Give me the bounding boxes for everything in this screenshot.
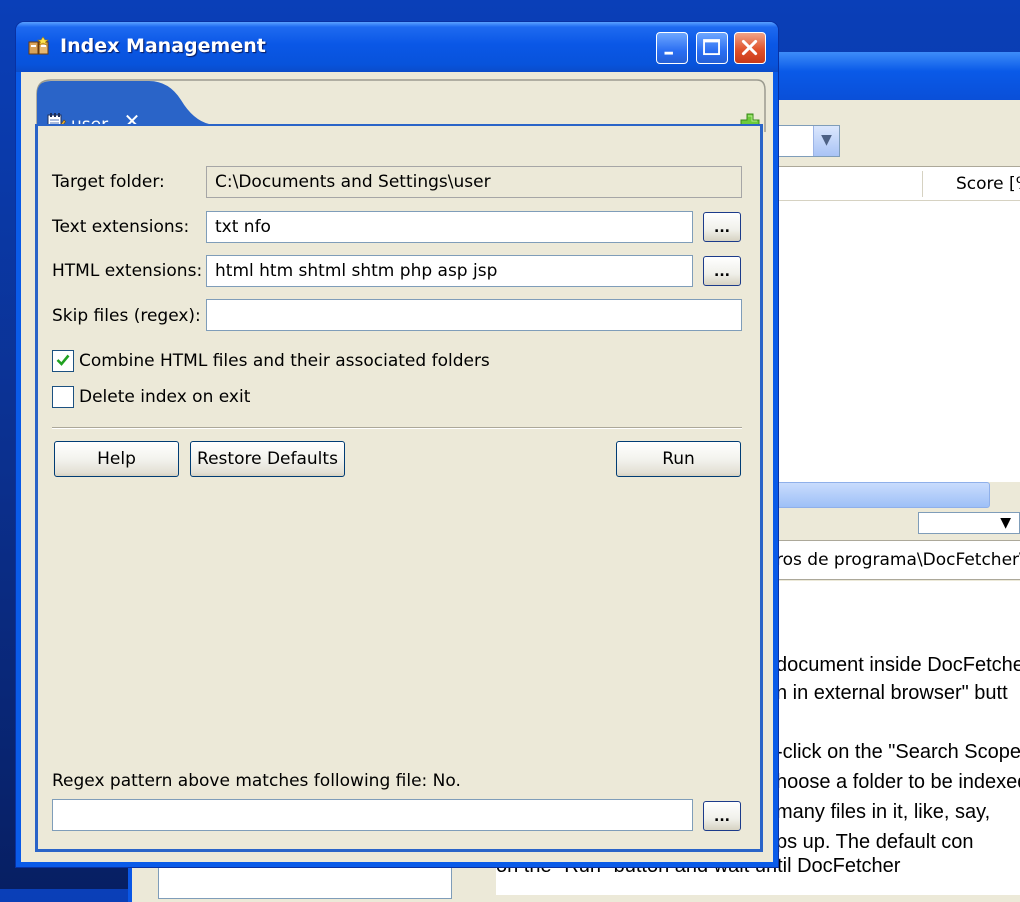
background-horizontal-scrollbar[interactable] <box>776 482 990 508</box>
skip-files-label: Skip files (regex): <box>52 306 201 326</box>
regex-test-browse-button[interactable]: ... <box>703 801 741 831</box>
background-results-table: Score [%] <box>776 166 1020 482</box>
background-preview-path: ros de programa\DocFetcher\h <box>776 540 1020 580</box>
maximize-icon <box>703 39 720 56</box>
separator <box>52 427 742 429</box>
checkmark-icon <box>56 354 70 366</box>
doc-line: -click on the "Search Scope" <box>776 741 1020 763</box>
close-button[interactable] <box>734 32 766 64</box>
dialog-titlebar[interactable]: Index Management <box>16 22 778 72</box>
combine-html-checkbox[interactable] <box>52 350 74 372</box>
background-preview-text: document inside DocFetcher n in external… <box>776 581 1020 891</box>
minimize-icon <box>664 51 673 55</box>
results-column-header: Score [%] <box>776 167 1020 201</box>
html-extensions-label: HTML extensions: <box>52 261 203 281</box>
html-extensions-field[interactable]: html htm shtml shtm php asp jsp <box>206 255 693 287</box>
text-extensions-browse-button[interactable]: ... <box>703 212 741 242</box>
target-folder-field[interactable]: C:\Documents and Settings\user <box>206 166 742 198</box>
text-extensions-field[interactable]: txt nfo <box>206 211 693 243</box>
skip-files-field[interactable] <box>206 299 742 331</box>
text-extensions-label: Text extensions: <box>52 217 190 237</box>
background-search-combo[interactable]: ▼ <box>776 125 840 157</box>
regex-test-file-field[interactable] <box>52 799 693 831</box>
run-button[interactable]: Run <box>616 441 741 477</box>
dropdown-arrow-icon[interactable]: ▼ <box>1000 513 1011 533</box>
combine-html-label[interactable]: Combine HTML files and their associated … <box>79 351 490 371</box>
html-extensions-browse-button[interactable]: ... <box>703 256 741 286</box>
background-preview-dropdown[interactable]: ▼ <box>918 512 1020 534</box>
score-column-header[interactable]: Score [%] <box>956 174 1020 194</box>
chevron-down-icon[interactable]: ▼ <box>813 126 839 156</box>
help-button[interactable]: Help <box>54 441 179 477</box>
target-folder-label: Target folder: <box>52 172 165 192</box>
delete-on-exit-label[interactable]: Delete index on exit <box>79 387 250 407</box>
close-icon <box>741 39 758 56</box>
doc-line: many files in it, like, say, <box>776 801 991 823</box>
dialog-title: Index Management <box>60 35 266 57</box>
index-management-dialog: Index Management ✕ Target folder: C:\Doc… <box>16 22 778 867</box>
regex-match-status: Regex pattern above matches following fi… <box>52 771 461 791</box>
minimize-button[interactable] <box>656 32 688 64</box>
dialog-client-area: user ✕ Target folder: C:\Documents and S… <box>21 72 773 862</box>
column-separator <box>922 171 923 197</box>
doc-line: ps up. The default con <box>776 831 974 853</box>
index-management-icon <box>28 36 49 55</box>
maximize-button[interactable] <box>696 32 728 64</box>
doc-line: hoose a folder to be indexed <box>776 771 1020 793</box>
doc-line: document inside DocFetcher <box>776 654 1020 676</box>
doc-line: n in external browser" butt <box>776 682 1008 704</box>
delete-on-exit-checkbox[interactable] <box>52 386 74 408</box>
restore-defaults-button[interactable]: Restore Defaults <box>190 441 345 477</box>
